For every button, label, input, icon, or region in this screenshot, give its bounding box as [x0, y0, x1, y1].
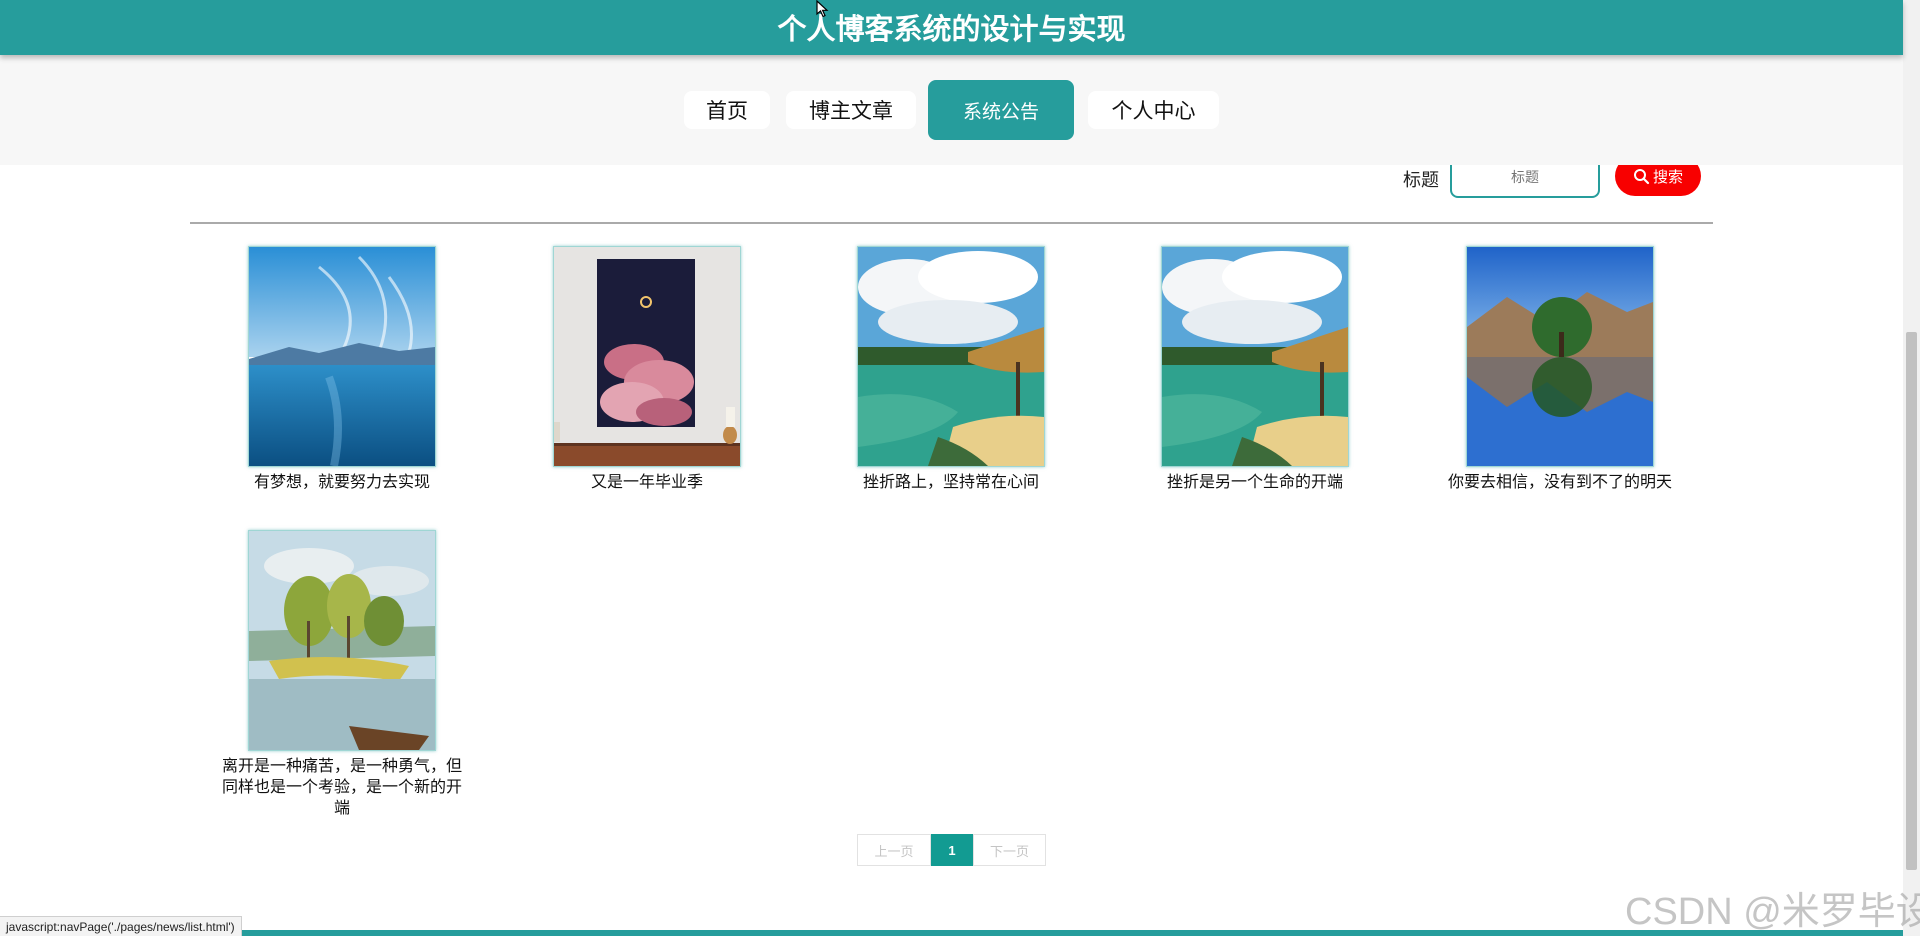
nav-system-announcements-label: 系统公告 [962, 101, 1039, 123]
search-icon [1633, 168, 1650, 184]
news-card-caption[interactable]: 有梦想，就要努力去实现 [207, 472, 477, 493]
search-title-label: 标题 [1403, 170, 1439, 190]
site-header: 个人博客系统的设计与实现 [0, 0, 1903, 55]
news-card-caption[interactable]: 你要去相信，没有到不了的明天 [1425, 472, 1695, 493]
news-card[interactable]: 你要去相信，没有到不了的明天 [1425, 246, 1695, 493]
watermark: CSDN @米罗毕设 [1625, 891, 1920, 933]
nav-home[interactable]: 首页 [684, 91, 770, 129]
prev-page-button[interactable]: 上一页 [857, 834, 931, 866]
news-card[interactable]: 有梦想，就要努力去实现 [207, 246, 477, 493]
news-card[interactable]: 挫折路上，坚持常在心间 [816, 246, 1086, 493]
news-card-image[interactable] [248, 246, 436, 467]
lake-painting-icon [249, 531, 435, 750]
nav-personal-center-label: 个人中心 [1111, 100, 1196, 123]
nav-blogger-articles-label: 博主文章 [809, 100, 893, 123]
scrollbar-thumb[interactable] [1906, 332, 1917, 870]
news-card-image[interactable] [1161, 246, 1349, 467]
mountain-lake-icon [1467, 247, 1653, 466]
nav-blogger-articles[interactable]: 博主文章 [786, 91, 916, 129]
current-page-button[interactable]: 1 [931, 834, 973, 866]
content-divider [190, 222, 1713, 224]
nav-personal-center[interactable]: 个人中心 [1088, 91, 1219, 129]
news-card-image[interactable] [553, 246, 741, 467]
next-page-button[interactable]: 下一页 [973, 834, 1046, 866]
search-button-label: 搜索 [1652, 168, 1683, 186]
footer-bar [0, 930, 1903, 936]
lake-sky-icon [249, 247, 435, 466]
pagination: 上一页 1 下一页 [857, 834, 1046, 866]
news-card-caption[interactable]: 又是一年毕业季 [512, 472, 782, 493]
news-card[interactable]: 挫折是另一个生命的开端 [1120, 246, 1390, 493]
news-card-image[interactable] [857, 246, 1045, 467]
news-card-caption[interactable]: 挫折路上，坚持常在心间 [816, 472, 1086, 493]
nav-bar: 首页 博主文章 系统公告 个人中心 [0, 55, 1903, 165]
news-card-image[interactable] [248, 530, 436, 751]
news-card[interactable]: 又是一年毕业季 [512, 246, 782, 493]
nav-home-label: 首页 [706, 100, 748, 123]
pink-cloud-painting-icon [554, 247, 740, 466]
news-card[interactable]: 离开是一种痛苦，是一种勇气，但同样也是一个考验，是一个新的开端 [207, 530, 477, 819]
news-card-image[interactable] [1466, 246, 1654, 467]
news-card-caption[interactable]: 离开是一种痛苦，是一种勇气，但同样也是一个考验，是一个新的开端 [207, 756, 477, 819]
nav-system-announcements[interactable]: 系统公告 [928, 80, 1074, 140]
browser-status-bar: javascript:navPage('./pages/news/list.ht… [0, 916, 242, 936]
tropical-beach-icon [858, 247, 1044, 466]
news-card-caption[interactable]: 挫折是另一个生命的开端 [1120, 472, 1390, 493]
tropical-beach-icon [1162, 247, 1348, 466]
mouse-cursor-icon [816, 0, 829, 18]
